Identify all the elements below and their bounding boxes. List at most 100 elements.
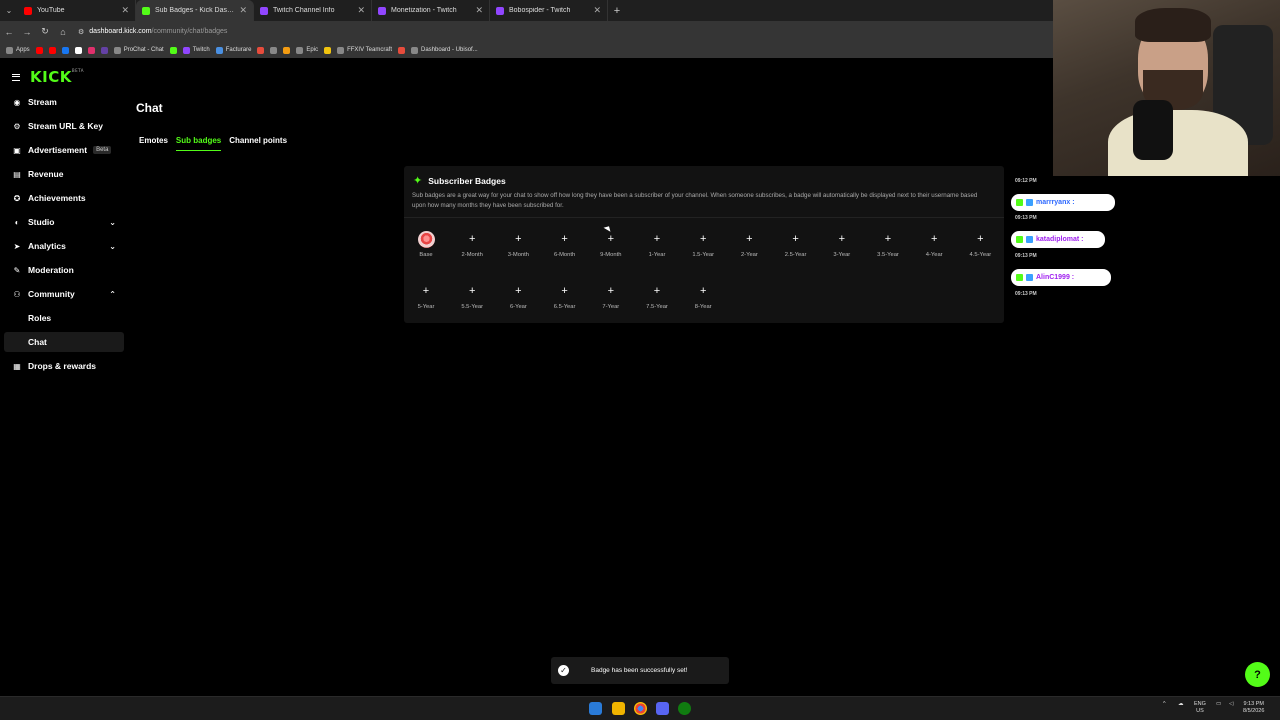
url-field[interactable]: ⚙ dashboard.kick.com/community/chat/badg… (78, 28, 227, 36)
language-indicator[interactable]: ENG US (1194, 701, 1206, 715)
badge-slot-3-month[interactable]: +3-Month (498, 230, 538, 266)
add-badge-icon[interactable]: + (463, 230, 481, 248)
badge-slot-2-year[interactable]: +2-Year (729, 230, 769, 266)
sidebar-item-advertisement[interactable]: ▣ Advertisement Beta (4, 140, 124, 160)
bookmark-item[interactable]: Apps (6, 46, 30, 54)
bookmark-item[interactable]: FFXIV Teamcraft (337, 46, 392, 54)
badge-slot-2-5-year[interactable]: +2.5-Year (776, 230, 816, 266)
bookmark-item[interactable] (48, 46, 56, 54)
sidebar-item-moderation[interactable]: ✎ Moderation (4, 260, 124, 280)
site-info-icon[interactable]: ⚙ (78, 28, 84, 36)
badge-slot-9-month[interactable]: +9-Month (591, 230, 631, 266)
badge-slot-4-year[interactable]: +4-Year (914, 230, 954, 266)
badge-slot-6-year[interactable]: +6-Year (498, 282, 538, 318)
bookmark-item[interactable] (283, 46, 291, 54)
badge-slot-1-5-year[interactable]: +1.5-Year (683, 230, 723, 266)
tab-sub-badges[interactable]: Sub badges (175, 136, 222, 151)
back-icon[interactable]: ← (0, 27, 18, 37)
badge-slot-6-5-year[interactable]: +6.5-Year (545, 282, 585, 318)
sidebar-item-community[interactable]: ⚇ Community ⌃ (4, 284, 124, 304)
bookmark-item[interactable] (270, 46, 278, 54)
bookmark-item[interactable]: ProChat - Chat (113, 46, 164, 54)
forward-icon[interactable]: → (18, 27, 36, 37)
add-badge-icon[interactable]: + (556, 282, 574, 300)
browser-tab[interactable]: Bobospider - Twitch ✕ (490, 0, 608, 21)
badge-slot-8-year[interactable]: +8-Year (683, 282, 723, 318)
badge-slot-3-5-year[interactable]: +3.5-Year (868, 230, 908, 266)
xbox-icon[interactable] (678, 702, 691, 715)
add-badge-icon[interactable]: + (509, 282, 527, 300)
kick-logo[interactable]: KICKBETA (30, 68, 84, 86)
sidebar-item-roles[interactable]: Roles (4, 308, 124, 328)
tray-arrow-icon[interactable]: ^ (1163, 701, 1166, 708)
chevron-icon[interactable]: ⌄ (109, 242, 116, 251)
bookmark-item[interactable] (61, 46, 69, 54)
bookmark-item[interactable]: Dashboard - Ubisof... (411, 46, 478, 54)
browser-tab[interactable]: Sub Badges - Kick Dashboard ✕ (136, 0, 254, 21)
badge-slot-2-month[interactable]: +2-Month (452, 230, 492, 266)
add-badge-icon[interactable]: + (787, 230, 805, 248)
add-badge-icon[interactable]: + (463, 282, 481, 300)
add-badge-icon[interactable]: + (694, 282, 712, 300)
new-tab-icon[interactable]: + (608, 0, 626, 21)
bookmark-item[interactable] (74, 46, 82, 54)
tab-emotes[interactable]: Emotes (139, 136, 168, 151)
bookmark-item[interactable]: Facturare (215, 46, 251, 54)
sidebar-item-studio[interactable]: ◐ Studio ⌄ (4, 212, 124, 232)
add-badge-icon[interactable]: + (417, 282, 435, 300)
bookmark-item[interactable] (257, 46, 265, 54)
add-badge-icon[interactable]: + (694, 230, 712, 248)
sidebar-item-drops-rewards[interactable]: ▦ Drops & rewards (4, 356, 124, 376)
chevron-icon[interactable]: ⌃ (109, 290, 116, 299)
badge-slot-6-month[interactable]: +6-Month (545, 230, 585, 266)
badge-slot-7-year[interactable]: +7-Year (591, 282, 631, 318)
sidebar-item-stream[interactable]: ◉ Stream (4, 92, 124, 112)
sidebar-item-analytics[interactable]: ➤ Analytics ⌄ (4, 236, 124, 256)
tab-close-icon[interactable]: ✕ (239, 5, 247, 16)
add-badge-icon[interactable]: + (879, 230, 897, 248)
add-badge-icon[interactable]: + (925, 230, 943, 248)
home-icon[interactable]: ⌂ (54, 27, 72, 37)
tab-close-icon[interactable]: ✕ (121, 5, 129, 16)
tab-search-icon[interactable]: ⌄ (0, 0, 18, 21)
bookmark-item[interactable]: Twitch (182, 46, 210, 54)
add-badge-icon[interactable]: + (556, 230, 574, 248)
discord-icon[interactable] (656, 702, 669, 715)
sidebar-item-achievements[interactable]: ✪ Achievements (4, 188, 124, 208)
browser-tab[interactable]: Monetization - Twitch ✕ (372, 0, 490, 21)
start-icon[interactable] (589, 702, 602, 715)
badge-slot-3-year[interactable]: +3-Year (822, 230, 862, 266)
badge-slot-5-5-year[interactable]: +5.5-Year (452, 282, 492, 318)
bookmark-item[interactable] (324, 46, 332, 54)
help-chat-button[interactable]: ? (1245, 662, 1270, 687)
tab-close-icon[interactable]: ✕ (475, 5, 483, 16)
clock[interactable]: 9:13 PM 8/5/2026 (1243, 701, 1264, 715)
bookmark-item[interactable] (398, 46, 405, 54)
chrome-icon[interactable] (634, 702, 647, 715)
browser-tab[interactable]: YouTube ✕ (18, 0, 136, 21)
badge-slot-7-5-year[interactable]: +7.5-Year (637, 282, 677, 318)
tab-close-icon[interactable]: ✕ (593, 5, 601, 16)
bookmark-item[interactable] (35, 46, 43, 54)
bookmark-item[interactable] (87, 46, 95, 54)
add-badge-icon[interactable]: + (648, 282, 666, 300)
chevron-icon[interactable]: ⌄ (109, 218, 116, 227)
badge-slot-4-5-year[interactable]: +4.5-Year (960, 230, 1000, 266)
reload-icon[interactable]: ↻ (36, 26, 54, 37)
file-explorer-icon[interactable] (612, 702, 625, 715)
tab-close-icon[interactable]: ✕ (357, 5, 365, 16)
cloud-icon[interactable]: ☁ (1178, 701, 1184, 708)
add-badge-icon[interactable]: + (509, 230, 527, 248)
badge-slot-base[interactable]: Base (406, 230, 446, 266)
add-badge-icon[interactable]: + (833, 230, 851, 248)
browser-tab[interactable]: Twitch Channel Info ✕ (254, 0, 372, 21)
sidebar-item-chat[interactable]: Chat (4, 332, 124, 352)
add-badge-icon[interactable]: + (648, 230, 666, 248)
network-icon[interactable]: ▭ (1216, 701, 1221, 708)
menu-icon[interactable] (12, 73, 20, 81)
badge-slot-5-year[interactable]: +5-Year (406, 282, 446, 318)
add-badge-icon[interactable]: + (602, 230, 620, 248)
sidebar-item-stream-url-key[interactable]: ⚙ Stream URL & Key (4, 116, 124, 136)
tab-channel-points[interactable]: Channel points (229, 136, 287, 151)
volume-icon[interactable]: ◁ (1229, 701, 1233, 708)
